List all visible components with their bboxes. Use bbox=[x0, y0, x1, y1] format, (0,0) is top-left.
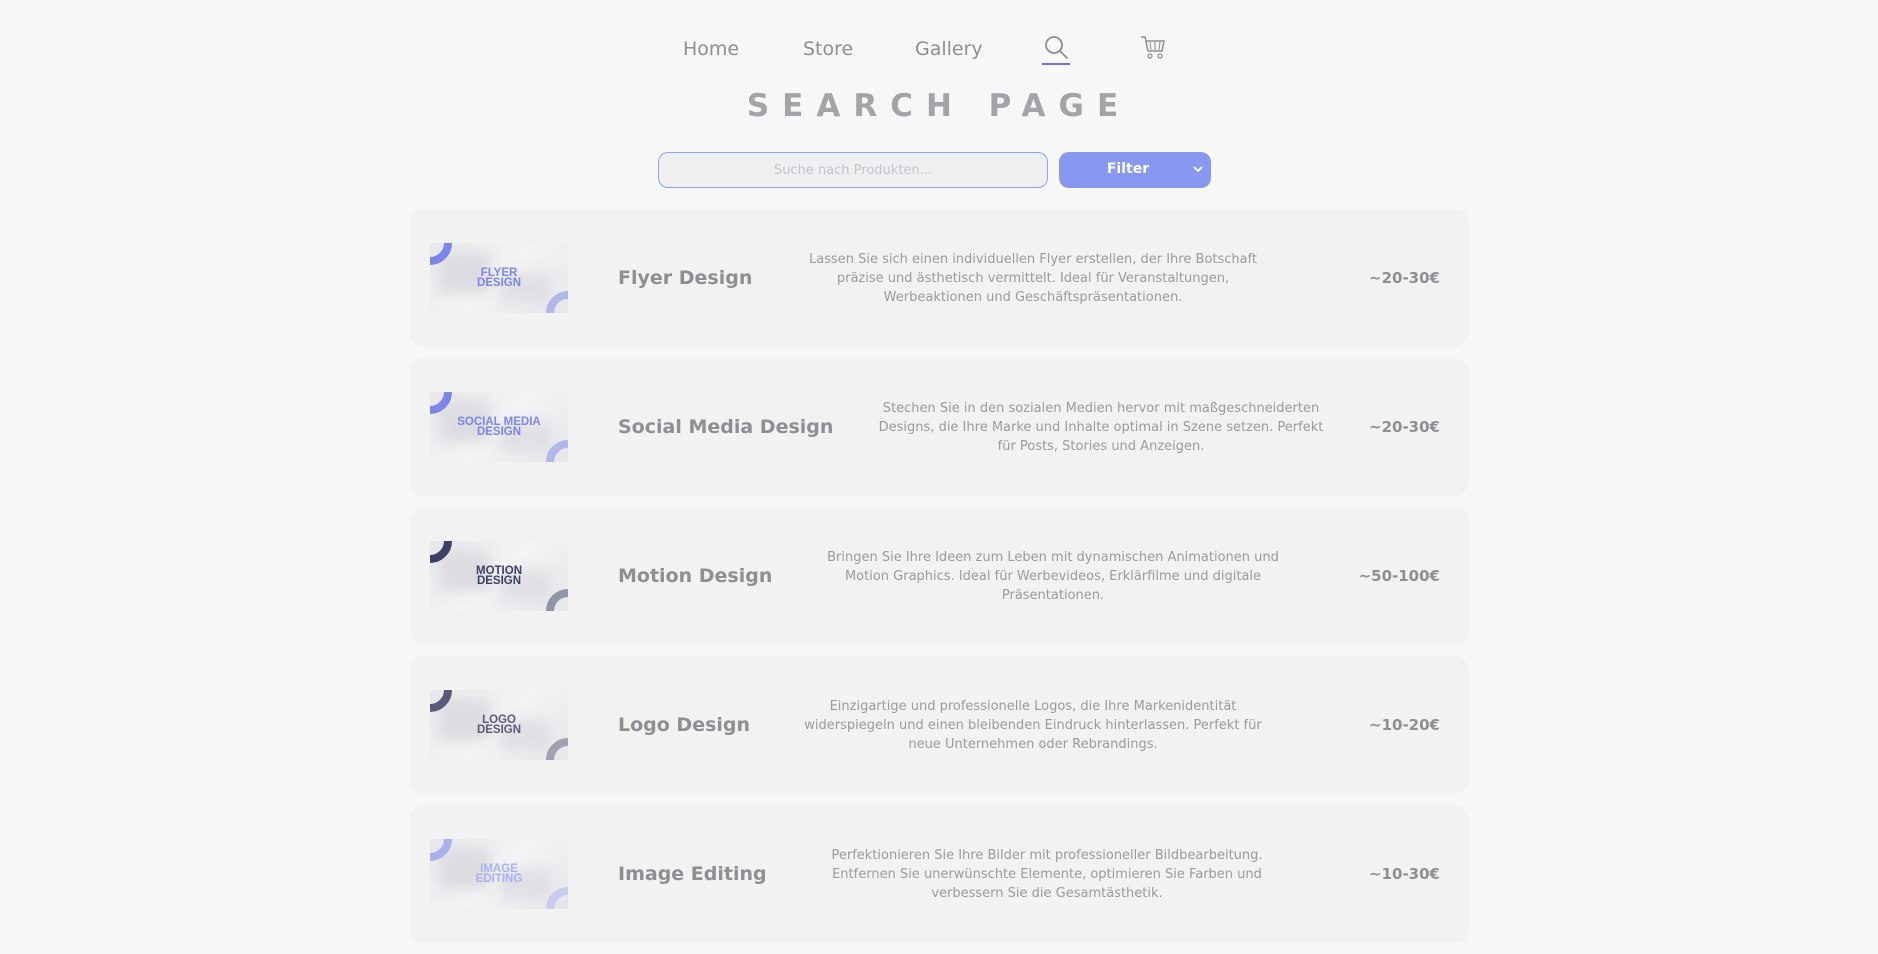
product-thumbnail: IMAGE EDITING bbox=[430, 839, 568, 909]
product-card[interactable]: IMAGE EDITING Image Editing Perfektionie… bbox=[410, 805, 1469, 943]
product-title: Logo Design bbox=[618, 714, 751, 736]
product-title: Image Editing bbox=[618, 863, 767, 885]
nav-cart-button[interactable] bbox=[1139, 34, 1167, 62]
thumbnail-text-line: DESIGN bbox=[476, 426, 522, 438]
search-icon bbox=[1045, 36, 1068, 59]
product-price: ~10-20€ bbox=[1369, 716, 1440, 734]
cart-icon bbox=[1141, 36, 1165, 59]
product-title: Motion Design bbox=[618, 565, 773, 587]
product-price: ~20-30€ bbox=[1369, 269, 1440, 287]
chevron-down-icon bbox=[1193, 166, 1203, 173]
product-thumbnail: FLYER DESIGN bbox=[430, 243, 568, 313]
page-title: SEARCH PAGE bbox=[746, 88, 1132, 124]
product-list: FLYER DESIGN Flyer Design Lassen Sie sic… bbox=[410, 209, 1469, 954]
nav-search-button[interactable] bbox=[1042, 34, 1070, 66]
product-description: Stechen Sie in den sozialen Medien hervo… bbox=[878, 400, 1324, 454]
filter-selected-value: Filter bbox=[1106, 161, 1150, 177]
top-nav: Home Store Gallery bbox=[0, 34, 1878, 68]
product-card[interactable]: LOGO DESIGN Logo Design Einzigartige und… bbox=[410, 656, 1469, 794]
product-card[interactable]: MOTION DESIGN Motion Design Bringen Sie … bbox=[410, 507, 1469, 645]
thumbnail-text-line: DESIGN bbox=[476, 277, 522, 289]
product-title: Flyer Design bbox=[618, 267, 753, 289]
product-description: Bringen Sie Ihre Ideen zum Leben mit dyn… bbox=[827, 549, 1279, 603]
search-input[interactable] bbox=[658, 152, 1048, 188]
thumbnail-text-line: DESIGN bbox=[476, 724, 522, 736]
active-indicator bbox=[1042, 63, 1070, 65]
product-description: Einzigartige und professionelle Logos, d… bbox=[804, 698, 1262, 752]
product-price: ~20-30€ bbox=[1369, 418, 1440, 436]
product-thumbnail: SOCIAL MEDIA DESIGN bbox=[430, 392, 568, 462]
product-price: ~50-100€ bbox=[1358, 567, 1440, 585]
product-title: Social Media Design bbox=[618, 416, 834, 438]
nav-home-link[interactable]: Home bbox=[683, 38, 739, 60]
product-card[interactable]: FLYER DESIGN Flyer Design Lassen Sie sic… bbox=[410, 209, 1469, 347]
product-price: ~10-30€ bbox=[1369, 865, 1440, 883]
nav-gallery-link[interactable]: Gallery bbox=[915, 38, 983, 60]
thumbnail-text-line: DESIGN bbox=[476, 575, 522, 587]
product-thumbnail: LOGO DESIGN bbox=[430, 690, 568, 760]
filter-select[interactable]: Filter bbox=[1059, 152, 1211, 188]
thumbnail-text-line: EDITING bbox=[475, 873, 523, 885]
product-description: Lassen Sie sich einen individuellen Flye… bbox=[808, 251, 1258, 305]
product-description: Perfektionieren Sie Ihre Bilder mit prof… bbox=[831, 847, 1263, 901]
product-thumbnail: MOTION DESIGN bbox=[430, 541, 568, 611]
nav-store-link[interactable]: Store bbox=[803, 38, 853, 60]
product-card[interactable]: SOCIAL MEDIA DESIGN Social Media Design … bbox=[410, 358, 1469, 496]
